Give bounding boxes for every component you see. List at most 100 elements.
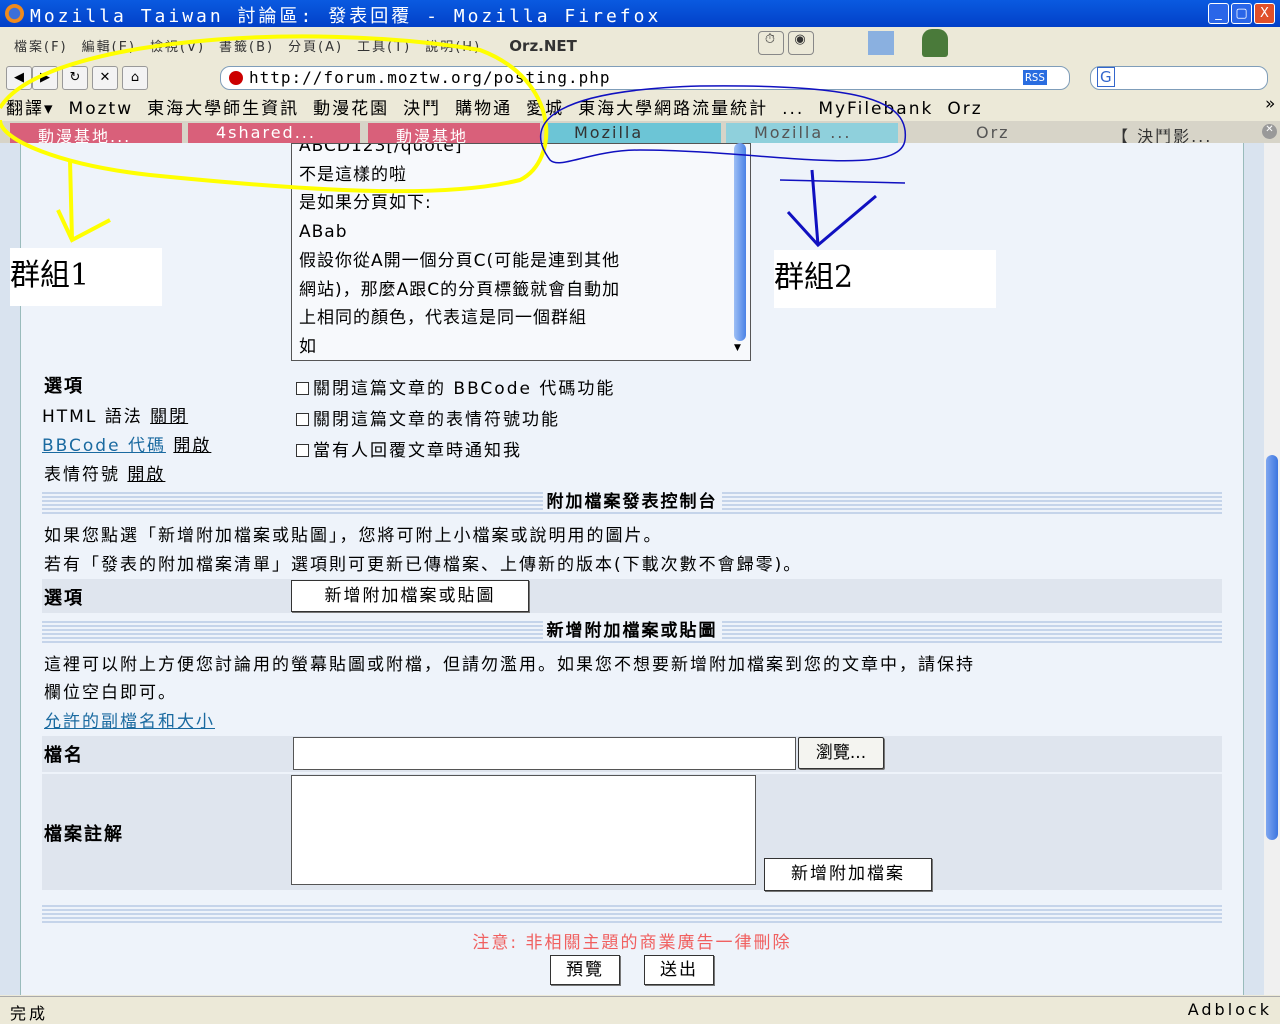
- search-box[interactable]: G: [1090, 66, 1268, 90]
- scrollbar-thumb[interactable]: [1266, 455, 1278, 840]
- url-bar[interactable]: http://forum.moztw.org/posting.php RSS: [220, 66, 1070, 90]
- disable-bbcode-option[interactable]: 關閉這篇文章的 BBCode 代碼功能: [296, 374, 615, 399]
- html-setting: HTML 語法 關閉: [42, 402, 188, 427]
- disable-smilies-option[interactable]: 關閉這篇文章的表情符號功能: [296, 405, 560, 430]
- tab[interactable]: Mozilla ...: [726, 123, 898, 143]
- option-label: 關閉這篇文章的表情符號功能: [313, 410, 560, 430]
- file-comment-label: 檔案註解: [44, 824, 124, 845]
- text-line: ABCD123[/quote]: [299, 143, 463, 156]
- tab[interactable]: 4shared...: [188, 123, 360, 143]
- bookmark-item[interactable]: MyFilebank: [818, 99, 933, 119]
- allowed-extensions-link[interactable]: 允許的副檔名和大小: [44, 707, 215, 732]
- preview-button[interactable]: 預覽: [550, 955, 620, 985]
- firefox-icon: [5, 4, 24, 23]
- tab[interactable]: Orz: [906, 123, 1078, 143]
- maximize-button[interactable]: ▢: [1231, 3, 1252, 24]
- checkbox[interactable]: [296, 382, 309, 395]
- bookmark-item[interactable]: 愛城: [526, 99, 564, 119]
- options-label: 選項: [44, 376, 84, 397]
- bookmark-item[interactable]: 東海大學網路流量統計: [578, 99, 768, 119]
- bookmark-item[interactable]: 動漫花園: [313, 99, 389, 119]
- back-button[interactable]: ◀: [6, 66, 32, 90]
- message-textarea[interactable]: ABCD123[/quote] 不是這樣的啦 是如果分頁如下: ABab 假設你…: [291, 143, 751, 361]
- title-bar: Mozilla Taiwan 討論區: 發表回覆 - Mozilla Firef…: [0, 0, 1280, 27]
- browse-button[interactable]: 瀏覽...: [798, 737, 884, 769]
- add-attachment-button[interactable]: 新增附加檔案或貼圖: [291, 580, 529, 612]
- text-line: 如: [299, 336, 317, 357]
- filename-label: 檔名: [44, 745, 84, 766]
- feed-icon[interactable]: ◉: [788, 31, 814, 55]
- text-line: 假設你從A開一個分頁C(可能是連到其他: [299, 250, 621, 271]
- stop-button[interactable]: ✕: [92, 66, 118, 90]
- bookmark-item[interactable]: Orz: [947, 99, 982, 119]
- html-label: HTML 語法: [42, 407, 143, 427]
- file-comment-textarea[interactable]: [291, 775, 756, 885]
- close-button[interactable]: X: [1254, 3, 1275, 24]
- notify-reply-option[interactable]: 當有人回覆文章時通知我: [296, 436, 522, 461]
- menu-bookmarks[interactable]: 書籤(B): [219, 40, 274, 55]
- checkbox[interactable]: [296, 444, 309, 457]
- bookmark-item[interactable]: ...: [782, 99, 804, 119]
- bookmarks-overflow-chevron[interactable]: »: [1265, 94, 1277, 114]
- reload-button[interactable]: ↻: [62, 66, 88, 90]
- add-attach-desc: 欄位空白即可。: [44, 683, 177, 703]
- text-line: 是如果分頁如下:: [299, 193, 432, 214]
- option-label: 關閉這篇文章的 BBCode 代碼功能: [313, 379, 616, 399]
- checkbox[interactable]: [296, 413, 309, 426]
- tab[interactable]: 動漫基地: [368, 123, 540, 143]
- section-title: 新增附加檔案或貼圖: [542, 621, 722, 641]
- add-file-button[interactable]: 新增附加檔案: [764, 858, 932, 891]
- filename-input[interactable]: [293, 737, 796, 770]
- adblock-status[interactable]: Adblock: [1188, 1000, 1272, 1019]
- google-icon: G: [1097, 67, 1115, 87]
- section-title: 附加檔案發表控制台: [542, 492, 722, 512]
- bookmark-item[interactable]: 購物通: [455, 99, 512, 119]
- bookmark-item[interactable]: 東海大學師生資訊: [147, 99, 299, 119]
- submit-button[interactable]: 送出: [644, 955, 714, 985]
- bookmark-item[interactable]: 翻譯▾: [6, 99, 55, 119]
- page-scrollbar[interactable]: [1264, 143, 1280, 995]
- menu-tools[interactable]: 工具(T): [357, 40, 411, 55]
- rss-icon[interactable]: RSS: [1023, 70, 1047, 85]
- group1-label: 群組1: [10, 248, 162, 306]
- bbcode-setting: BBCode 代碼 開啟: [42, 431, 211, 456]
- add-attach-desc: 這裡可以附上方便您討論用的螢幕貼圖或附檔，但請勿濫用。如果您不想要新增附加檔案到…: [44, 655, 975, 675]
- home-button[interactable]: ⌂: [122, 66, 148, 90]
- attach-option-label: 選項: [44, 588, 84, 609]
- window-title: Mozilla Taiwan 討論區: 發表回覆 - Mozilla Firef…: [30, 6, 662, 27]
- bbcode-link[interactable]: BBCode 代碼: [42, 436, 166, 456]
- godzilla-icon[interactable]: [922, 29, 948, 57]
- textarea-scrollbar[interactable]: ▼: [732, 143, 748, 358]
- bookmark-item[interactable]: 決鬥: [403, 99, 441, 119]
- orz-net-logo[interactable]: Orz.NET: [509, 37, 577, 55]
- layout-icon[interactable]: [868, 31, 894, 55]
- tab[interactable]: 【 決鬥影...: [1084, 123, 1256, 143]
- attach-panel-header: 附加檔案發表控制台: [42, 490, 1222, 514]
- scroll-down-arrow-icon[interactable]: ▼: [734, 343, 741, 353]
- timer-icon[interactable]: ⏱: [758, 31, 784, 55]
- menu-edit[interactable]: 編輯(E): [82, 40, 136, 55]
- html-state: 關閉: [150, 407, 189, 427]
- add-attach-header: 新增附加檔案或貼圖: [42, 619, 1222, 643]
- close-tab-icon[interactable]: ✕: [1262, 124, 1277, 139]
- smilies-label: 表情符號: [44, 465, 120, 485]
- group2-label: 群組2: [774, 250, 996, 308]
- forward-button[interactable]: ▶: [32, 66, 58, 90]
- bookmark-item[interactable]: Moztw: [69, 99, 134, 119]
- text-line: 不是這樣的啦: [299, 164, 407, 185]
- bbcode-state: 開啟: [173, 436, 212, 456]
- smilies-setting: 表情符號 開啟: [44, 460, 165, 485]
- tab-active[interactable]: Mozilla: [546, 123, 721, 143]
- attach-option-row: [42, 579, 1222, 613]
- attach-desc: 若有「發表的附加檔案清單」選項則可更新已傳檔案、上傳新的版本(下載次數不會歸零)…: [44, 555, 803, 575]
- smilies-state: 開啟: [127, 465, 166, 485]
- status-bar: 完成 Adblock: [0, 996, 1280, 1024]
- minimize-button[interactable]: _: [1208, 3, 1229, 24]
- menu-help[interactable]: 說明(H): [425, 40, 481, 55]
- menu-file[interactable]: 檔案(F): [14, 40, 68, 55]
- menu-view[interactable]: 檢視(V): [150, 40, 205, 55]
- text-line: 網站)，那麼A跟C的分頁標籤就會自動加: [299, 279, 621, 300]
- text-line: 上相同的顏色，代表這是同一個群組: [299, 308, 587, 329]
- tab[interactable]: 動漫基地...: [10, 123, 182, 143]
- menu-tabs[interactable]: 分頁(A): [288, 40, 343, 55]
